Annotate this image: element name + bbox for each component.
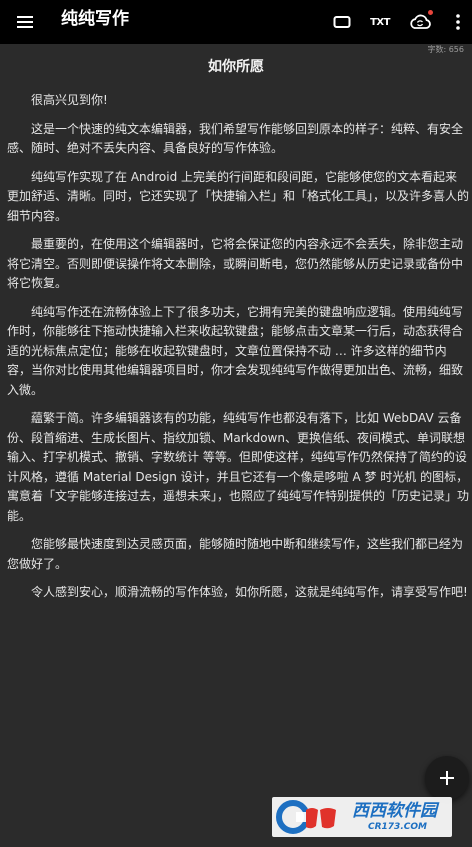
app-title: 纯纯写作 <box>61 9 129 29</box>
paragraph-4[interactable]: 最重要的，在使用这个编辑器时，它将会保证您的内容永远不会丢失，除非您主动将它清空… <box>7 235 469 294</box>
document-title[interactable]: 如你所愿 <box>0 58 472 76</box>
watermark-url: CR173.COM <box>368 822 427 832</box>
more-vert-icon <box>456 14 460 30</box>
paragraph-5[interactable]: 纯纯写作还在流畅体验上下了很多功夫，它拥有完美的键盘响应逻辑。使用纯纯写作时，你… <box>7 303 469 401</box>
watermark-logo-icon <box>276 800 336 834</box>
sync-badge <box>428 10 433 15</box>
paragraph-7[interactable]: 您能够最快速度到达灵感页面，能够随时随地中断和继续写作，这些我们都已经为您做好了… <box>7 535 469 574</box>
document-body[interactable]: 很高兴见到你! 这是一个快速的纯文本编辑器，我们希望写作能够回到原本的样子：纯粹… <box>7 91 469 612</box>
paragraph-8[interactable]: 令人感到安心，顺滑流畅的写作体验，如你所愿，这就是纯纯写作，请享受写作吧! <box>7 583 469 603</box>
fullscreen-button[interactable] <box>328 8 356 36</box>
fullscreen-icon <box>333 16 351 28</box>
paragraph-6[interactable]: 藴繁于简。许多编辑器该有的功能，纯纯写作也都没有落下，比如 WebDAV 云备份… <box>7 409 469 526</box>
txt-format-button[interactable]: TXT <box>366 8 394 36</box>
word-count: 字数: 656 <box>427 45 464 54</box>
paragraph-3[interactable]: 纯纯写作实现了在 Android 上完美的行间距和段间距，它能够使您的文本看起来… <box>7 168 469 227</box>
txt-format-icon: TXT <box>370 16 390 28</box>
paragraph-1[interactable]: 很高兴见到你! <box>7 91 469 111</box>
add-button[interactable] <box>425 756 469 800</box>
watermark-brand: 西西软件园 <box>352 801 437 821</box>
cloud-sync-button[interactable] <box>406 8 434 36</box>
more-options-button[interactable] <box>444 8 472 36</box>
menu-icon[interactable] <box>15 11 37 33</box>
add-icon <box>440 771 454 785</box>
app-toolbar: 纯纯写作 TXT <box>0 0 472 44</box>
paragraph-2[interactable]: 这是一个快速的纯文本编辑器，我们希望写作能够回到原本的样子：纯粹、有安全感、随时… <box>7 120 469 159</box>
cloud-sync-icon <box>410 14 431 29</box>
watermark: 西西软件园 CR173.COM <box>272 797 452 837</box>
